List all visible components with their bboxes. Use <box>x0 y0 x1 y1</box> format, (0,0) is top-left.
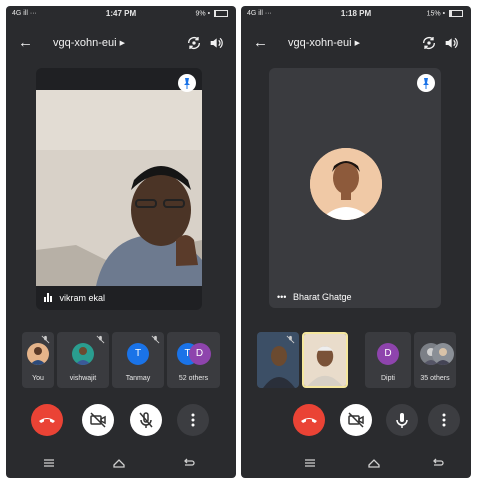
end-call-button[interactable] <box>31 404 63 436</box>
mic-toggle-button[interactable] <box>130 404 162 436</box>
battery-icon <box>214 10 228 17</box>
mic-toggle-button[interactable] <box>386 404 418 436</box>
left-phone-screen: 4G ill ··· 1:47 PM 9% • ← vgq-xohn-eui▶ <box>6 6 236 478</box>
pin-icon <box>184 78 190 89</box>
phone-hangup-icon <box>39 418 55 423</box>
audio-level-icon <box>44 293 53 304</box>
home-icon[interactable] <box>112 456 126 470</box>
participant-label: 52 others <box>178 375 209 382</box>
speaker-name-label: ••• Bharat Ghatge <box>277 292 352 302</box>
video-off-icon <box>90 412 106 428</box>
avatar-initial: D <box>377 343 399 365</box>
main-video-tile[interactable]: ••• Bharat Ghatge <box>269 68 441 308</box>
caret-right-icon: ▶ <box>354 40 360 47</box>
participant-strip: D Dipti 35 others <box>257 332 456 388</box>
battery-indicator: 15% • <box>427 10 463 17</box>
battery-icon <box>449 10 463 17</box>
avatar <box>27 343 49 365</box>
participant-avatar <box>310 148 382 220</box>
speaker-icon[interactable] <box>443 35 459 51</box>
participant-tile-video-2[interactable] <box>302 332 348 388</box>
mic-off-icon <box>96 335 105 344</box>
pin-button[interactable] <box>417 74 435 92</box>
pin-icon <box>423 78 429 89</box>
more-vert-icon <box>442 413 446 427</box>
participant-tile-others[interactable]: 35 others <box>414 332 456 388</box>
participant-tile-others[interactable]: T D 52 others <box>167 332 220 388</box>
video-off-icon <box>348 412 364 428</box>
participant-tile-dipti[interactable]: D Dipti <box>365 332 411 388</box>
participant-video <box>304 334 346 386</box>
avatar-initial: D <box>188 343 211 365</box>
more-dots-icon: ••• <box>277 292 287 302</box>
participant-video <box>36 90 202 286</box>
back-nav-icon[interactable] <box>182 456 196 470</box>
main-video-tile[interactable]: vikram ekal <box>36 68 202 310</box>
participant-tile-you[interactable]: You <box>22 332 54 388</box>
pin-button[interactable] <box>178 74 196 92</box>
mic-off-icon <box>41 335 50 344</box>
speaker-name: vikram ekal <box>59 292 106 303</box>
battery-text: 15% • <box>426 10 446 18</box>
call-controls <box>6 404 236 440</box>
menu-icon[interactable] <box>303 456 317 470</box>
mic-off-icon <box>151 335 160 344</box>
back-nav-icon[interactable] <box>431 456 445 470</box>
mic-icon <box>396 413 408 428</box>
system-nav-bar <box>241 448 471 478</box>
participant-tile-vishwajit[interactable]: vishwajit <box>57 332 109 388</box>
caret-right-icon: ▶ <box>119 40 125 47</box>
participant-strip: You vishwajit T Tanmay T D 52 others <box>22 332 220 388</box>
avatar <box>432 343 454 365</box>
back-arrow-icon[interactable]: ← <box>18 34 33 51</box>
switch-camera-icon[interactable] <box>186 35 202 51</box>
switch-camera-icon[interactable] <box>421 35 437 51</box>
more-options-button[interactable] <box>177 404 209 436</box>
avatar <box>72 343 94 365</box>
camera-toggle-button[interactable] <box>82 404 114 436</box>
mic-off-icon <box>139 412 153 428</box>
status-bar: 4G ill ··· 1:47 PM 9% • <box>6 6 236 22</box>
battery-text: 9% • <box>195 10 211 18</box>
call-controls <box>241 404 471 440</box>
meeting-code-button[interactable]: vgq-xohn-eui ▶ <box>288 37 360 49</box>
speaker-icon[interactable] <box>208 35 224 51</box>
home-icon[interactable] <box>367 456 381 470</box>
participant-label: 35 others <box>420 375 450 382</box>
participant-label: Tanmay <box>125 375 151 382</box>
meeting-header: ← vgq-xohn-eui ▶ <box>6 32 236 56</box>
back-arrow-icon[interactable]: ← <box>253 34 268 51</box>
speaker-name: Bharat Ghatge <box>292 292 352 302</box>
mic-off-icon <box>286 335 295 344</box>
more-options-button[interactable] <box>428 404 460 436</box>
meeting-code: vgq-xohn-eui <box>53 37 117 49</box>
avatar-initial: T <box>127 343 149 365</box>
participant-label: You <box>32 375 44 382</box>
participant-label: vishwajit <box>69 375 97 382</box>
end-call-button[interactable] <box>293 404 325 436</box>
meeting-code-button[interactable]: vgq-xohn-eui ▶ <box>53 37 125 49</box>
menu-icon[interactable] <box>42 456 56 470</box>
meeting-header: ← vgq-xohn-eui ▶ <box>241 32 471 56</box>
participant-tile-video-1[interactable] <box>257 332 299 388</box>
phone-hangup-icon <box>301 418 317 423</box>
speaker-name-label: vikram ekal <box>44 293 105 304</box>
participant-label: Dipti <box>380 375 395 382</box>
status-bar: 4G ill ··· 1:18 PM 15% • <box>241 6 471 22</box>
participant-tile-tanmay[interactable]: T Tanmay <box>112 332 164 388</box>
battery-indicator: 9% • <box>196 10 228 17</box>
camera-toggle-button[interactable] <box>340 404 372 436</box>
more-vert-icon <box>191 413 195 427</box>
system-nav-bar <box>6 448 236 478</box>
meeting-code: vgq-xohn-eui <box>288 37 352 49</box>
right-phone-screen: 4G ill ··· 1:18 PM 15% • ← vgq-xohn-eui ▶ <box>241 6 471 478</box>
